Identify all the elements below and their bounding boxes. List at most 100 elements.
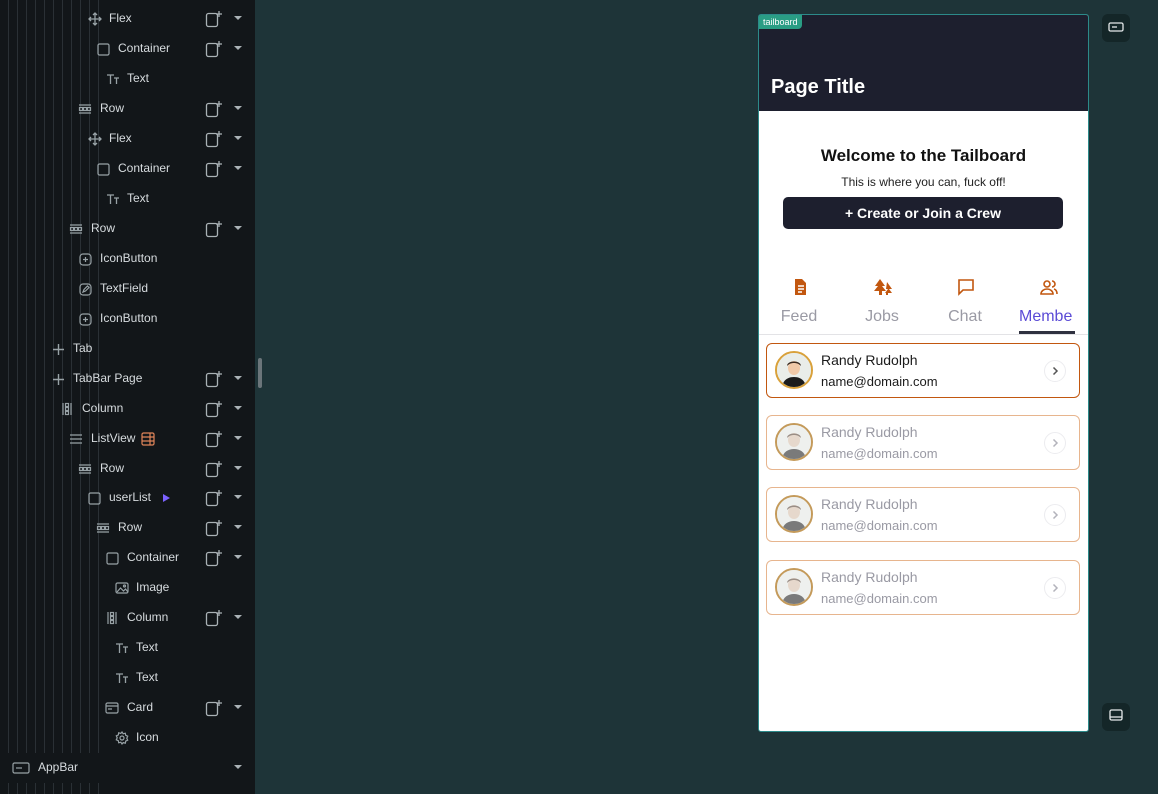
container-icon: [87, 491, 101, 505]
expand-caret-icon[interactable]: [234, 615, 242, 619]
generated-children-icon[interactable]: [141, 432, 155, 446]
tree-item-row[interactable]: Row: [0, 214, 255, 244]
tree-item-flex[interactable]: Flex: [0, 124, 255, 154]
expand-caret-icon[interactable]: [234, 555, 242, 559]
tree-item-userlist[interactable]: userList: [0, 483, 255, 513]
tree-item-label: ListView: [91, 431, 136, 445]
avatar: [775, 351, 813, 389]
tree-item-label: Row: [91, 221, 116, 235]
add-child-icon[interactable]: [205, 489, 223, 507]
member-email: name@domain.com: [821, 591, 938, 606]
tree-item-label: Text: [127, 191, 150, 205]
tree-item-label: Column: [127, 610, 169, 624]
chat-icon: [956, 277, 976, 297]
tree-item-label: userList: [109, 490, 152, 504]
expand-caret-icon[interactable]: [234, 166, 242, 170]
expand-caret-icon[interactable]: [234, 436, 242, 440]
expand-caret-icon[interactable]: [234, 525, 242, 529]
tree-item-label: Card: [127, 700, 154, 714]
appbar-toggle-icon: [1108, 19, 1124, 37]
expand-caret-icon[interactable]: [234, 495, 242, 499]
tree-item-row[interactable]: Row: [0, 513, 255, 543]
expand-caret-icon[interactable]: [234, 106, 242, 110]
expand-caret-icon[interactable]: [234, 705, 242, 709]
tree-item-column[interactable]: Column: [0, 394, 255, 424]
tree-item-label: TextField: [100, 281, 149, 295]
tree-item-text[interactable]: Text: [0, 64, 255, 94]
tree-item-row[interactable]: Row: [0, 94, 255, 124]
chevron-right-icon[interactable]: [1044, 504, 1066, 526]
member-name: Randy Rudolph: [821, 424, 918, 440]
add-child-icon[interactable]: [205, 609, 223, 627]
expand-caret-icon[interactable]: [234, 376, 242, 380]
chevron-right-icon[interactable]: [1044, 577, 1066, 599]
member-card[interactable]: Randy Rudolph name@domain.com: [766, 415, 1080, 470]
tree-item-iconbutton[interactable]: IconButton: [0, 304, 255, 334]
expand-caret-icon[interactable]: [234, 136, 242, 140]
tree-item-icon[interactable]: Icon: [0, 723, 255, 753]
expand-caret-icon[interactable]: [234, 226, 242, 230]
add-child-icon[interactable]: [205, 430, 223, 448]
tree-scrollbar[interactable]: [258, 358, 262, 388]
expand-caret-icon[interactable]: [234, 765, 242, 769]
tree-item-label: Icon: [136, 730, 159, 744]
tree-item-column[interactable]: Column: [0, 603, 255, 633]
chevron-right-icon[interactable]: [1044, 432, 1066, 454]
widget-tree-panel: Flex Container Text Row Flex Container T…: [0, 0, 255, 794]
tab-jobs[interactable]: Jobs: [847, 277, 917, 333]
tree-item-listview[interactable]: ListView: [0, 424, 255, 454]
tree-item-container[interactable]: Container: [0, 154, 255, 184]
add-child-icon[interactable]: [205, 100, 223, 118]
card-icon: [105, 701, 119, 715]
tree-item-tab[interactable]: Tab: [0, 334, 255, 364]
add-child-icon[interactable]: [205, 220, 223, 238]
tree-item-label: IconButton: [100, 311, 158, 325]
add-child-icon[interactable]: [205, 370, 223, 388]
add-child-icon[interactable]: [205, 519, 223, 537]
tree-item-text[interactable]: Text: [0, 663, 255, 693]
add-child-icon[interactable]: [205, 549, 223, 567]
row-icon: [96, 521, 110, 535]
member-card[interactable]: Randy Rudolph name@domain.com: [766, 560, 1080, 615]
tree-item-text[interactable]: Text: [0, 633, 255, 663]
tree-item-label: Flex: [109, 11, 132, 25]
chevron-right-icon[interactable]: [1044, 360, 1066, 382]
tree-item-image[interactable]: Image: [0, 573, 255, 603]
member-email: name@domain.com: [821, 518, 938, 533]
add-child-icon[interactable]: [205, 460, 223, 478]
add-child-icon[interactable]: [205, 130, 223, 148]
expand-caret-icon[interactable]: [234, 46, 242, 50]
play-action-icon[interactable]: [159, 491, 173, 505]
tree-item-container[interactable]: Container: [0, 34, 255, 64]
tree-item-iconbutton[interactable]: IconButton: [0, 244, 255, 274]
tab-chat[interactable]: Chat: [930, 277, 1000, 333]
toggle-bottom-nav-button[interactable]: [1102, 703, 1130, 731]
tree-item-textfield[interactable]: TextField: [0, 274, 255, 304]
expand-caret-icon[interactable]: [234, 16, 242, 20]
tree-item-row[interactable]: Row: [0, 454, 255, 484]
tree-item-container[interactable]: Container: [0, 543, 255, 573]
tree-item-card[interactable]: Card: [0, 693, 255, 723]
add-child-icon[interactable]: [205, 160, 223, 178]
member-card[interactable]: Randy Rudolph name@domain.com: [766, 343, 1080, 398]
tab-feed[interactable]: Feed: [764, 277, 834, 333]
tree-item-label: Container: [118, 161, 171, 175]
tree-item-flex[interactable]: Flex: [0, 4, 255, 34]
tree-item-label: IconButton: [100, 251, 158, 265]
member-name: Randy Rudolph: [821, 496, 918, 512]
add-child-icon[interactable]: [205, 10, 223, 28]
tab-label: Chat: [948, 308, 982, 325]
tree-item-text[interactable]: Text: [0, 184, 255, 214]
member-card[interactable]: Randy Rudolph name@domain.com: [766, 487, 1080, 542]
tree-item-appbar[interactable]: AppBar: [0, 753, 255, 783]
add-child-icon[interactable]: [205, 40, 223, 58]
tree-item-label: Tab: [73, 341, 93, 355]
tab-members[interactable]: Membe: [1013, 277, 1083, 333]
expand-caret-icon[interactable]: [234, 406, 242, 410]
add-child-icon[interactable]: [205, 699, 223, 717]
tree-item-tabbar-page[interactable]: TabBar Page: [0, 364, 255, 394]
expand-caret-icon[interactable]: [234, 466, 242, 470]
toggle-appbar-button[interactable]: [1102, 14, 1130, 42]
create-join-crew-button[interactable]: + Create or Join a Crew: [783, 197, 1063, 229]
add-child-icon[interactable]: [205, 400, 223, 418]
